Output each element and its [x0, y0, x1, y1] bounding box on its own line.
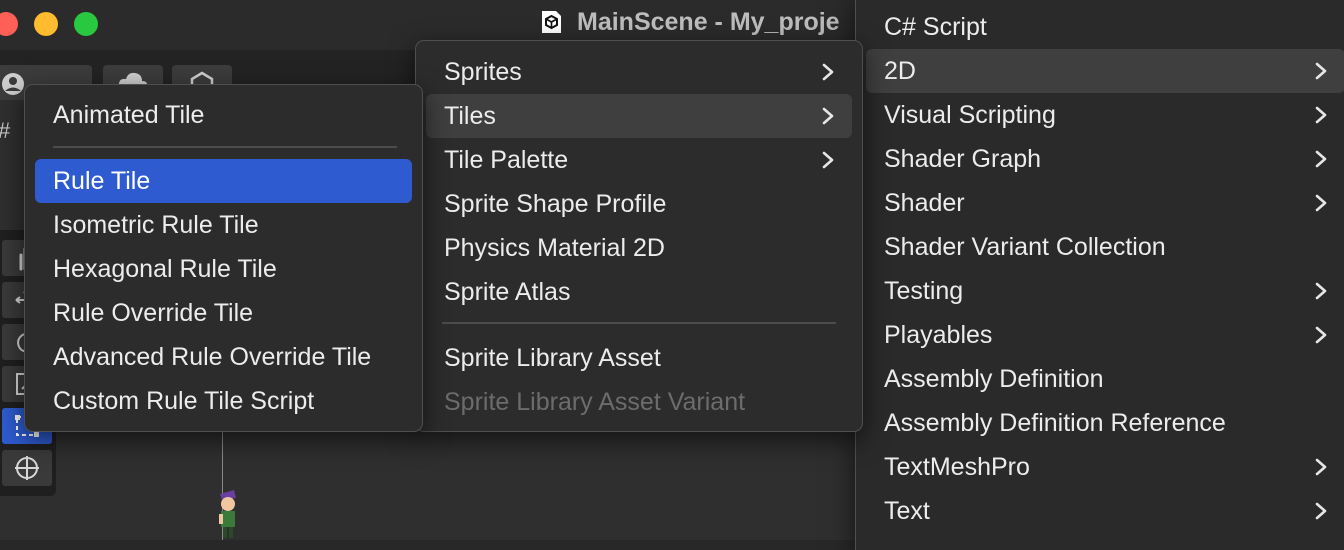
menu-item-label: Playables: [884, 321, 993, 349]
menu-item-label: Sprite Library Asset Variant: [444, 388, 746, 416]
chevron-right-icon: [1311, 489, 1331, 533]
menu-item-label: Sprite Library Asset: [444, 344, 661, 372]
menu-item-label: C# Script: [884, 13, 987, 41]
chevron-right-icon: [1311, 137, 1331, 181]
menu-item-label: Tiles: [444, 102, 496, 130]
menu-item-label: Visual Scripting: [884, 101, 1056, 129]
window-maximize-button[interactable]: [74, 12, 98, 36]
menu-item-label: Shader: [884, 189, 965, 217]
menu-item-label: TextMeshPro: [884, 453, 1030, 481]
character-sprite[interactable]: [212, 484, 242, 540]
account-icon: [2, 73, 24, 95]
menu-item-testing[interactable]: Testing: [866, 269, 1344, 313]
menu-item-shader-variant-collection[interactable]: Shader Variant Collection: [866, 225, 1344, 269]
menu-item-label: Physics Material 2D: [444, 234, 665, 262]
menu-item-label: Rule Override Tile: [53, 299, 254, 327]
menu-item-label: Shader Variant Collection: [884, 233, 1166, 261]
menu-item-isometric-rule-tile[interactable]: Isometric Rule Tile: [35, 203, 412, 247]
menu-separator: [442, 322, 836, 324]
menu-item-text[interactable]: Text: [866, 489, 1344, 533]
menu-item-assembly-definition[interactable]: Assembly Definition: [866, 357, 1344, 401]
menu-item-label: Shader Graph: [884, 145, 1042, 173]
menu-item-label: Text: [884, 497, 930, 525]
menu-item-rule-override-tile[interactable]: Rule Override Tile: [35, 291, 412, 335]
chevron-right-icon: [1311, 49, 1331, 93]
chevron-right-icon: [1311, 269, 1331, 313]
window-minimize-button[interactable]: [34, 12, 58, 36]
menu-item-advanced-rule-override-tile[interactable]: Advanced Rule Override Tile: [35, 335, 412, 379]
menu-item-hexagonal-rule-tile[interactable]: Hexagonal Rule Tile: [35, 247, 412, 291]
menu-item-c-script[interactable]: C# Script: [866, 5, 1344, 49]
menu-item-label: Assembly Definition: [884, 365, 1104, 393]
chevron-right-icon: [1311, 313, 1331, 357]
menu-item-physics-material-2d[interactable]: Physics Material 2D: [426, 226, 852, 270]
chevron-right-icon: [818, 94, 838, 138]
menu-item-label: Custom Rule Tile Script: [53, 387, 315, 415]
window-close-button[interactable]: [0, 12, 18, 36]
menu-item-2d[interactable]: 2D: [866, 49, 1344, 93]
menu-item-sprite-shape-profile[interactable]: Sprite Shape Profile: [426, 182, 852, 226]
menu-item-rule-tile[interactable]: Rule Tile: [35, 159, 412, 203]
chevron-right-icon: [818, 50, 838, 94]
menu-item-label: Sprites: [444, 58, 522, 86]
chevron-right-icon: [1311, 181, 1331, 225]
menu-item-shader[interactable]: Shader: [866, 181, 1344, 225]
menu-item-label: Assembly Definition Reference: [884, 409, 1226, 437]
menu-item-animated-tile[interactable]: Animated Tile: [35, 93, 412, 137]
transform-tool-button[interactable]: [2, 450, 52, 486]
menu-item-sprite-atlas[interactable]: Sprite Atlas: [426, 270, 852, 314]
transform-tool-icon: [15, 456, 39, 480]
menu-item-textmeshpro[interactable]: TextMeshPro: [866, 445, 1344, 489]
submenu-2d: Sprites Tiles Tile Palette Sprite Shape Pro…: [415, 40, 863, 432]
menu-item-custom-rule-tile-script[interactable]: Custom Rule Tile Script: [35, 379, 412, 423]
menu-item-sprite-library-asset[interactable]: Sprite Library Asset: [426, 336, 852, 380]
menu-item-sprite-library-asset-variant: Sprite Library Asset Variant: [426, 380, 852, 424]
menu-item-visual-scripting[interactable]: Visual Scripting: [866, 93, 1344, 137]
chevron-right-icon: [1311, 93, 1331, 137]
menu-item-label: Rule Tile: [53, 167, 151, 195]
menu-item-shader-graph[interactable]: Shader Graph: [866, 137, 1344, 181]
menu-item-assembly-definition-reference[interactable]: Assembly Definition Reference: [866, 401, 1344, 445]
menu-item-sprites[interactable]: Sprites: [426, 50, 852, 94]
menu-separator: [53, 146, 397, 148]
menu-item-tiles[interactable]: Tiles: [426, 94, 852, 138]
menu-item-label: Animated Tile: [53, 101, 205, 129]
menu-item-tile-palette[interactable]: Tile Palette: [426, 138, 852, 182]
unity-logo-icon: [542, 11, 561, 33]
menu-item-label: Advanced Rule Override Tile: [53, 343, 372, 371]
submenu-tiles: Animated Tile Rule Tile Isometric Rule Til…: [24, 84, 423, 432]
menu-item-label: Tile Palette: [444, 146, 569, 174]
menu-item-label: Hexagonal Rule Tile: [53, 255, 277, 283]
menu-item-label: 2D: [884, 57, 916, 85]
menu-item-label: Testing: [884, 277, 964, 305]
create-menu: C# Script 2D Visual Scripting Shader Graph S…: [855, 0, 1344, 550]
chevron-right-icon: [818, 138, 838, 182]
menu-item-label: Isometric Rule Tile: [53, 211, 259, 239]
menu-item-playables[interactable]: Playables: [866, 313, 1344, 357]
chevron-right-icon: [1311, 445, 1331, 489]
menu-item-label: Sprite Shape Profile: [444, 190, 667, 218]
grid-icon: #: [0, 118, 10, 144]
window-title: MainScene - My_proje: [577, 8, 840, 36]
menu-item-label: Sprite Atlas: [444, 278, 571, 306]
